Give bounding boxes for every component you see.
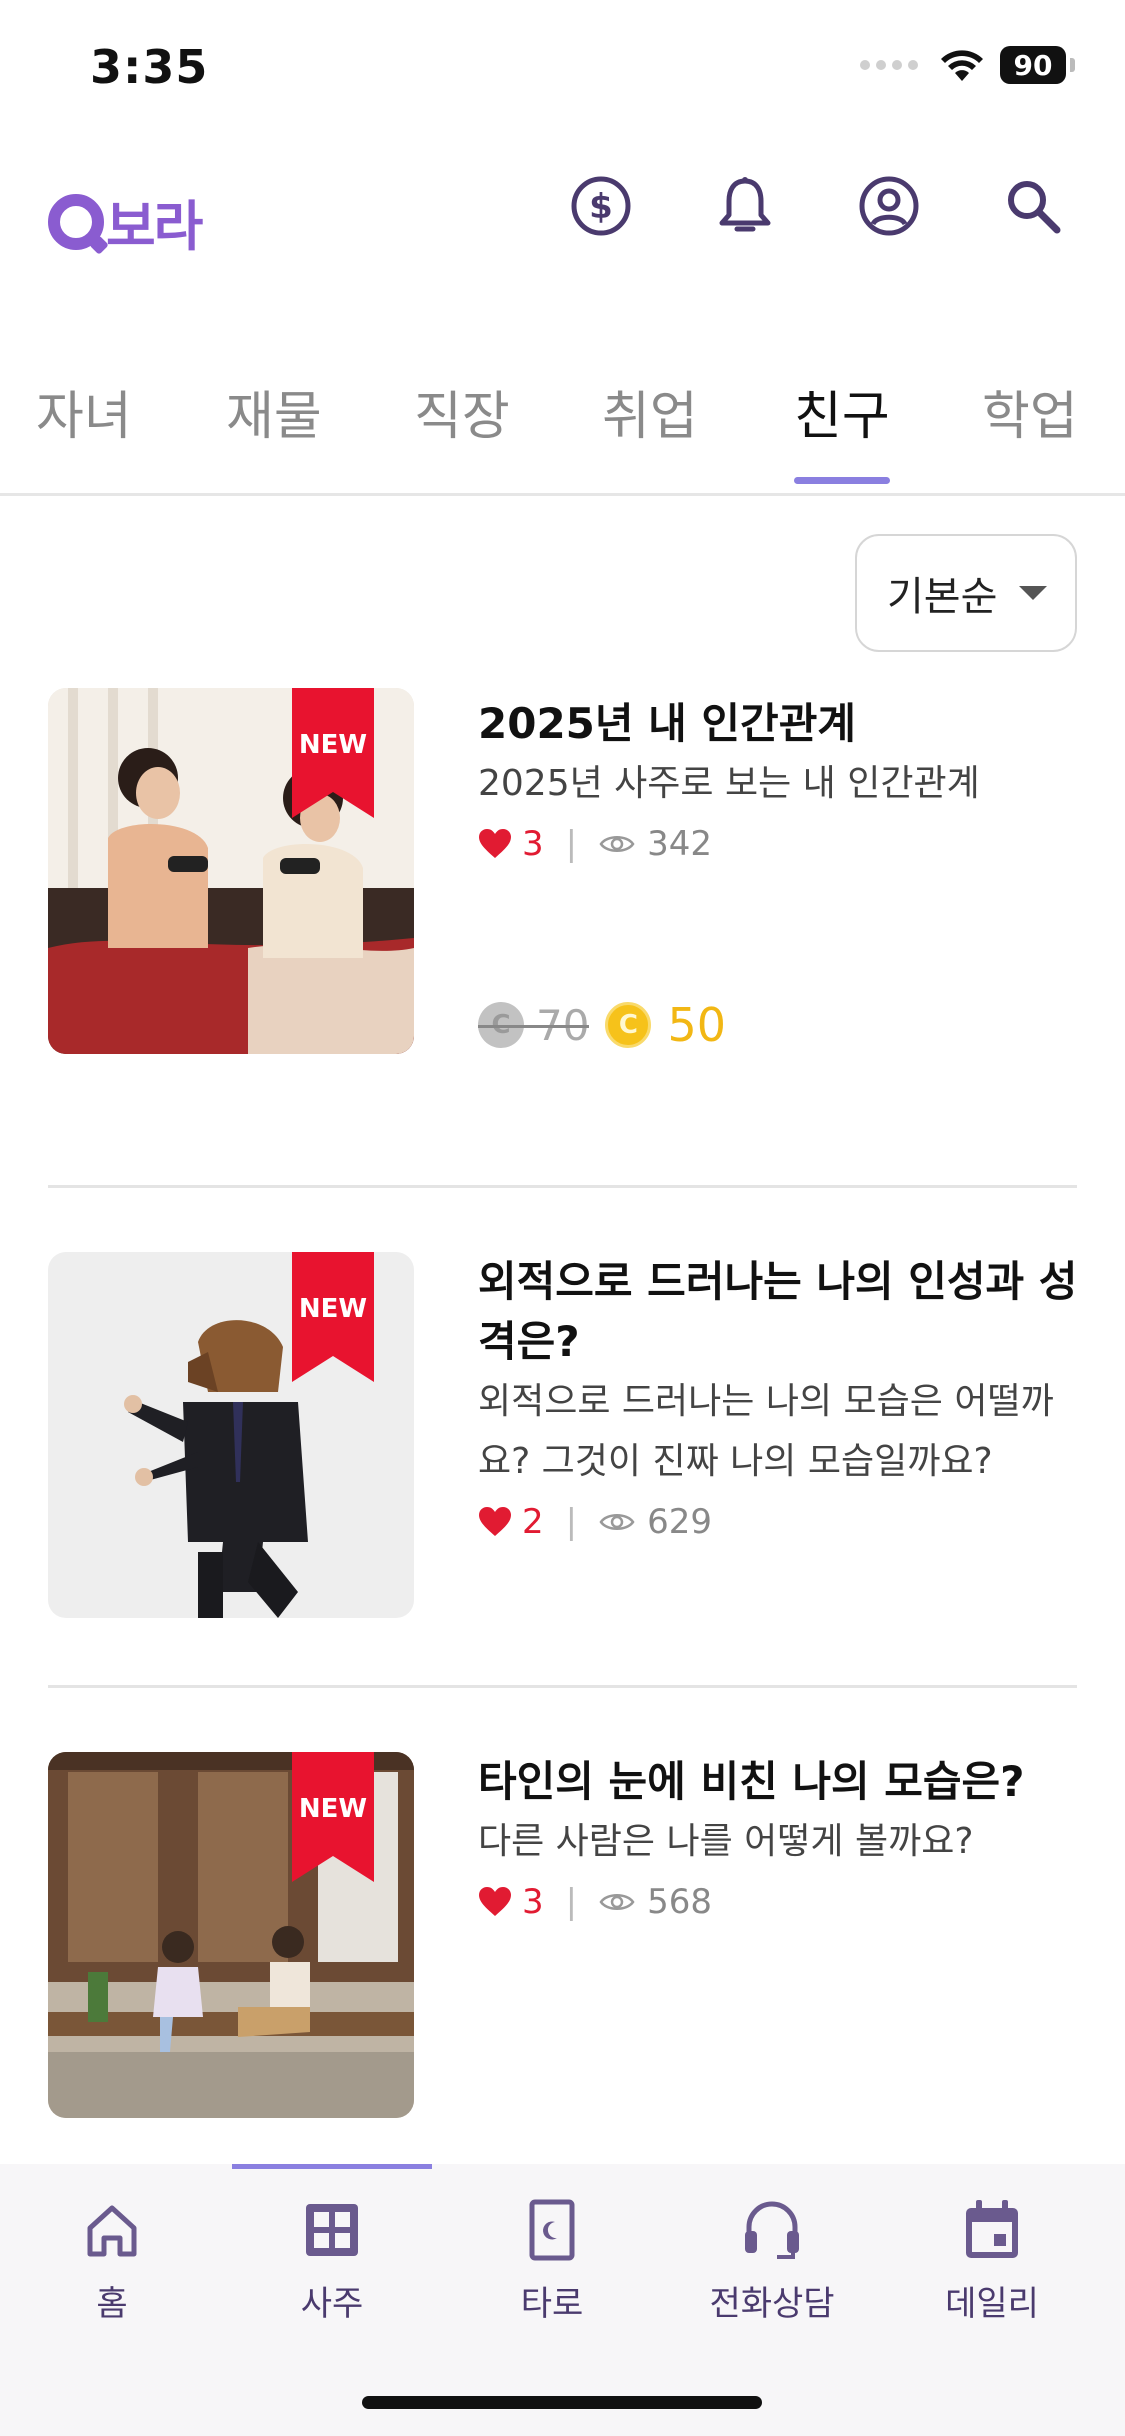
tarot-card-icon (442, 2192, 662, 2268)
app-logo[interactable]: 보라 (48, 182, 203, 261)
view-count: 342 (647, 824, 713, 864)
item-subtitle: 외적으로 드러나는 나의 모습은 어떨까요? 그것이 진짜 나의 모습일까요? (478, 1381, 1054, 1482)
item-stats: 3 | 342 (478, 824, 1078, 864)
view-count: 568 (647, 1882, 713, 1922)
item-price: C 70 C 50 (478, 998, 726, 1052)
heart-icon (479, 1887, 511, 1916)
battery-indicator: 90 (1000, 46, 1066, 84)
nav-label: 데일리 (945, 2284, 1039, 2324)
view-count: 629 (647, 1502, 713, 1542)
new-badge-label: NEW (298, 730, 368, 760)
nav-label: 타로 (520, 2284, 584, 2324)
heart-icon (479, 1507, 511, 1536)
nav-home[interactable]: 홈 (2, 2192, 222, 2325)
nav-label: 사주 (300, 2284, 364, 2324)
caret-down-icon (1019, 586, 1048, 600)
coin-icon: C (605, 1002, 652, 1048)
wifi-icon (941, 50, 983, 81)
svg-text:$: $ (589, 187, 613, 227)
nav-saju[interactable]: 사주 (222, 2192, 442, 2325)
eye-icon (599, 1894, 635, 1910)
bell-icon[interactable] (713, 174, 777, 238)
cellular-signal-icon (860, 60, 918, 70)
new-badge: NEW (292, 688, 374, 818)
nav-label: 전화상담 (709, 2284, 835, 2324)
search-icon[interactable] (1001, 174, 1065, 238)
item-stats: 3 | 568 (478, 1882, 1078, 1922)
list-item[interactable]: NEW 외적으로 드러나는 나의 인성과 성격은? 외적으로 드러나는 나의 모… (48, 1188, 1077, 1688)
nav-active-indicator (232, 2164, 432, 2169)
home-indicator[interactable] (362, 2396, 762, 2409)
original-price: C 70 (478, 1000, 590, 1050)
logo-mark (48, 193, 104, 250)
like-count: 3 (522, 1882, 544, 1922)
content-list: NEW 2025년 내 인간관계 2025년 사주로 보는 내 인간관계 3 |… (48, 688, 1077, 2188)
tab-work[interactable]: 직장 (414, 374, 510, 484)
status-indicators: 90 (860, 46, 1075, 84)
nav-daily[interactable]: 데일리 (882, 2192, 1102, 2325)
header-actions: $ (569, 174, 1065, 238)
new-badge-label: NEW (298, 1294, 368, 1324)
tab-wealth[interactable]: 재물 (226, 374, 322, 484)
status-time: 3:35 (90, 40, 209, 94)
item-thumbnail: NEW (48, 1252, 414, 1618)
original-price-value: 70 (536, 1000, 590, 1050)
item-stats: 2 | 629 (478, 1502, 1078, 1542)
status-bar: 3:35 90 (0, 0, 1125, 140)
tab-study[interactable]: 학업 (982, 374, 1078, 484)
nav-tarot[interactable]: 타로 (442, 2192, 662, 2325)
stats-separator: | (565, 824, 578, 864)
new-badge-label: NEW (298, 1794, 368, 1824)
item-title: 타인의 눈에 비친 나의 모습은? (478, 1757, 1025, 1806)
item-title: 2025년 내 인간관계 (478, 699, 856, 748)
tab-children[interactable]: 자녀 (36, 374, 132, 484)
item-info: 타인의 눈에 비친 나의 모습은? 다른 사람은 나를 어떻게 볼까요? 3 |… (478, 1752, 1078, 1922)
app-header: 보라 $ (0, 160, 1125, 270)
list-item[interactable]: NEW 타인의 눈에 비친 나의 모습은? 다른 사람은 나를 어떻게 볼까요?… (48, 1688, 1077, 2188)
stats-separator: | (565, 1502, 578, 1542)
like-count: 3 (522, 824, 544, 864)
item-subtitle: 2025년 사주로 보는 내 인간관계 (478, 763, 980, 804)
category-tabs: 자녀 재물 직장 취업 친구 학업 (0, 360, 1125, 496)
nav-label: 홈 (96, 2284, 128, 2324)
item-info: 외적으로 드러나는 나의 인성과 성격은? 외적으로 드러나는 나의 모습은 어… (478, 1252, 1078, 1542)
new-badge: NEW (292, 1752, 374, 1882)
heart-icon (479, 829, 511, 858)
user-icon[interactable] (857, 174, 921, 238)
headset-icon (662, 2192, 882, 2268)
eye-icon (599, 836, 635, 852)
stats-separator: | (565, 1882, 578, 1922)
nav-phone-consult[interactable]: 전화상담 (662, 2192, 882, 2325)
tab-employment[interactable]: 취업 (602, 374, 698, 484)
logo-text: 보라 (106, 195, 203, 258)
coin-icon[interactable]: $ (569, 174, 633, 238)
eye-icon (599, 1514, 635, 1530)
list-item[interactable]: NEW 2025년 내 인간관계 2025년 사주로 보는 내 인간관계 3 |… (48, 688, 1077, 1188)
tab-friends[interactable]: 친구 (794, 374, 890, 484)
item-info: 2025년 내 인간관계 2025년 사주로 보는 내 인간관계 3 | 342 (478, 694, 1078, 864)
sale-price-value: 50 (667, 998, 726, 1052)
item-thumbnail: NEW (48, 1752, 414, 2118)
new-badge: NEW (292, 1252, 374, 1382)
calendar-icon (882, 2192, 1102, 2268)
battery-tip (1070, 58, 1075, 72)
item-title: 외적으로 드러나는 나의 인성과 성격은? (478, 1257, 1078, 1366)
home-icon (2, 2192, 222, 2268)
item-subtitle: 다른 사람은 나를 어떻게 볼까요? (478, 1821, 974, 1862)
like-count: 2 (522, 1502, 544, 1542)
sort-label: 기본순 (887, 574, 998, 620)
sort-dropdown[interactable]: 기본순 (855, 534, 1077, 652)
item-thumbnail: NEW (48, 688, 414, 1054)
saju-grid-icon (222, 2192, 442, 2268)
coin-icon: C (478, 1002, 524, 1048)
